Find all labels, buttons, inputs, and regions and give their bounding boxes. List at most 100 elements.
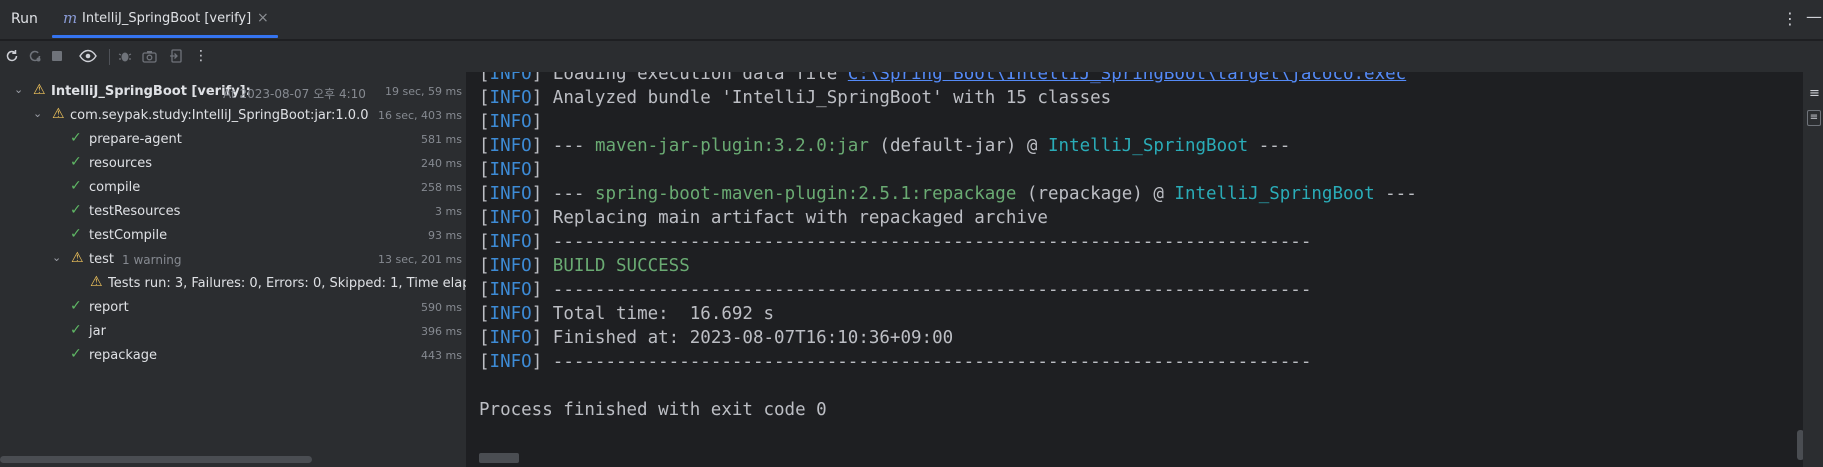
goal-name: testResources <box>89 204 181 219</box>
tab-intellij-springboot-verify[interactable]: m IntelliJ_SpringBoot [verify] × <box>52 0 278 40</box>
warning-icon: ⚠ <box>71 250 84 266</box>
log-level: INFO <box>489 112 532 132</box>
tree-module-row[interactable]: ⌄ ⚠ com.seypak.study:IntelliJ_SpringBoot… <box>0 104 466 128</box>
test-goal-name: test <box>89 252 114 267</box>
chevron-down-icon[interactable]: ⌄ <box>52 251 61 264</box>
plugin-goal: spring-boot-maven-plugin:2.5.1:repackage <box>594 184 1017 204</box>
console-line: [INFO] Loading execution data file C:\Sp… <box>479 72 1406 86</box>
console-line: [INFO] --- maven-jar-plugin:3.2.0:jar (d… <box>479 136 1291 156</box>
tree-goal-row[interactable]: ✓ prepare-agent 581 ms <box>0 128 466 152</box>
console-text: Loading execution data file <box>542 72 848 84</box>
console-text: Total time: 16.692 s <box>542 304 775 324</box>
log-level: INFO <box>489 304 532 324</box>
tab-title: IntelliJ_SpringBoot [verify] <box>82 11 252 26</box>
goal-name: repackage <box>89 348 157 363</box>
tree-test-warning-row[interactable]: ⚠ Tests run: 3, Failures: 0, Errors: 0, … <box>0 272 466 296</box>
tree-root-row[interactable]: ⌄ ⚠ IntelliJ_SpringBoot [verify]: At 202… <box>0 80 466 104</box>
run-tool-window-title[interactable]: Run <box>11 11 38 27</box>
console-text: --- <box>542 184 595 204</box>
console-line: [INFO] --- spring-boot-maven-plugin:2.5.… <box>479 184 1417 204</box>
console-line: [INFO] <box>479 160 543 180</box>
module-duration: 16 sec, 403 ms <box>378 109 462 122</box>
console-line: [INFO] BUILD SUCCESS <box>479 256 690 276</box>
console-output[interactable]: [INFO] Loading execution data file C:\Sp… <box>467 72 1803 467</box>
run-toolbar: ⋮ <box>0 41 1823 72</box>
goal-duration: 3 ms <box>435 205 462 218</box>
log-level: INFO <box>489 232 532 252</box>
console-text: (default-jar) @ <box>868 136 1048 156</box>
tree-goal-row[interactable]: ✓ repackage 443 ms <box>0 344 466 368</box>
rerun-failed-icon[interactable] <box>26 47 44 65</box>
log-level: INFO <box>489 184 532 204</box>
check-icon: ✓ <box>70 226 82 242</box>
console-text: --- <box>542 136 595 156</box>
tree-goal-row[interactable]: ✓ compile 258 ms <box>0 176 466 200</box>
console-line: Process finished with exit code 0 <box>479 398 827 422</box>
goal-name: prepare-agent <box>89 132 182 147</box>
check-icon: ✓ <box>70 178 82 194</box>
log-level: INFO <box>489 256 532 276</box>
tree-goal-row[interactable]: ✓ resources 240 ms <box>0 152 466 176</box>
show-view-icon[interactable] <box>79 47 97 65</box>
test-warning-count: 1 warning <box>122 253 182 267</box>
console-line: [INFO] Finished at: 2023-08-07T16:10:36+… <box>479 328 954 348</box>
log-level: INFO <box>489 136 532 156</box>
build-status: BUILD SUCCESS <box>552 256 690 276</box>
console-side-toolbar: ≡ ≡ <box>1803 72 1823 467</box>
console-horizontal-scrollbar-thumb[interactable] <box>479 453 519 463</box>
console-line: [INFO] ---------------------------------… <box>479 232 1312 252</box>
build-tree-panel: ⌄ ⚠ IntelliJ_SpringBoot [verify]: At 202… <box>0 72 466 467</box>
debug-icon[interactable] <box>116 47 134 65</box>
log-level: INFO <box>489 208 532 228</box>
screenshot-icon[interactable] <box>140 47 158 65</box>
soft-wrap-icon[interactable]: ≡ <box>1809 86 1820 101</box>
warning-icon: ⚠ <box>90 274 103 290</box>
check-icon: ✓ <box>70 130 82 146</box>
tree-horizontal-scrollbar[interactable] <box>0 452 466 467</box>
log-level: INFO <box>489 352 532 372</box>
goal-duration: 443 ms <box>421 349 462 362</box>
tree-test-row[interactable]: ⌄ ⚠ test 1 warning 13 sec, 201 ms <box>0 248 466 272</box>
console-line: [INFO] Analyzed bundle 'IntelliJ_SpringB… <box>479 88 1112 108</box>
log-level: INFO <box>489 280 532 300</box>
goal-duration: 93 ms <box>428 229 462 242</box>
stop-icon[interactable] <box>48 47 66 65</box>
tree-goal-row[interactable]: ✓ report 590 ms <box>0 296 466 320</box>
module-name: com.seypak.study:IntelliJ_SpringBoot:jar… <box>70 108 369 123</box>
scrollbar-thumb[interactable] <box>0 456 312 463</box>
console-separator: ----------------------------------------… <box>542 280 1312 300</box>
tree-goal-row[interactable]: ✓ testResources 3 ms <box>0 200 466 224</box>
exit-icon[interactable] <box>167 47 185 65</box>
process-exit-message: Process finished with exit code 0 <box>479 400 827 420</box>
chevron-down-icon[interactable]: ⌄ <box>33 107 42 120</box>
tool-window-header: Run m IntelliJ_SpringBoot [verify] × ⋮ — <box>0 0 1823 40</box>
check-icon: ✓ <box>70 202 82 218</box>
console-separator: ----------------------------------------… <box>542 232 1312 252</box>
check-icon: ✓ <box>70 322 82 338</box>
log-level: INFO <box>489 88 532 108</box>
log-level: INFO <box>489 72 532 84</box>
goal-name: jar <box>89 324 106 339</box>
more-options-icon[interactable]: ⋮ <box>1782 9 1798 28</box>
console-text: Analyzed bundle 'IntelliJ_SpringBoot' wi… <box>542 88 1112 108</box>
close-icon[interactable]: × <box>257 10 269 26</box>
rerun-icon[interactable] <box>3 47 21 65</box>
goal-duration: 240 ms <box>421 157 462 170</box>
console-line: [INFO] Total time: 16.692 s <box>479 304 775 324</box>
toolbar-separator <box>109 49 110 65</box>
plugin-goal: maven-jar-plugin:3.2.0:jar <box>594 136 869 156</box>
more-icon[interactable]: ⋮ <box>192 47 210 65</box>
test-warning-message: Tests run: 3, Failures: 0, Errors: 0, Sk… <box>108 276 466 291</box>
tree-goal-row[interactable]: ✓ jar 396 ms <box>0 320 466 344</box>
console-file-link[interactable]: C:\Spring Boot\IntelliJ_SpringBoot\targe… <box>848 72 1406 84</box>
log-level: INFO <box>489 328 532 348</box>
test-duration: 13 sec, 201 ms <box>378 253 462 266</box>
console-text: --- <box>1248 136 1291 156</box>
minimize-icon[interactable]: — <box>1806 7 1822 26</box>
tree-goal-row[interactable]: ✓ testCompile 93 ms <box>0 224 466 248</box>
chevron-down-icon[interactable]: ⌄ <box>14 83 23 96</box>
check-icon: ✓ <box>70 154 82 170</box>
console-line: [INFO] Replacing main artifact with repa… <box>479 208 1048 228</box>
root-build-name: IntelliJ_SpringBoot [verify]: <box>51 84 251 99</box>
scroll-to-end-icon[interactable]: ≡ <box>1807 110 1821 126</box>
